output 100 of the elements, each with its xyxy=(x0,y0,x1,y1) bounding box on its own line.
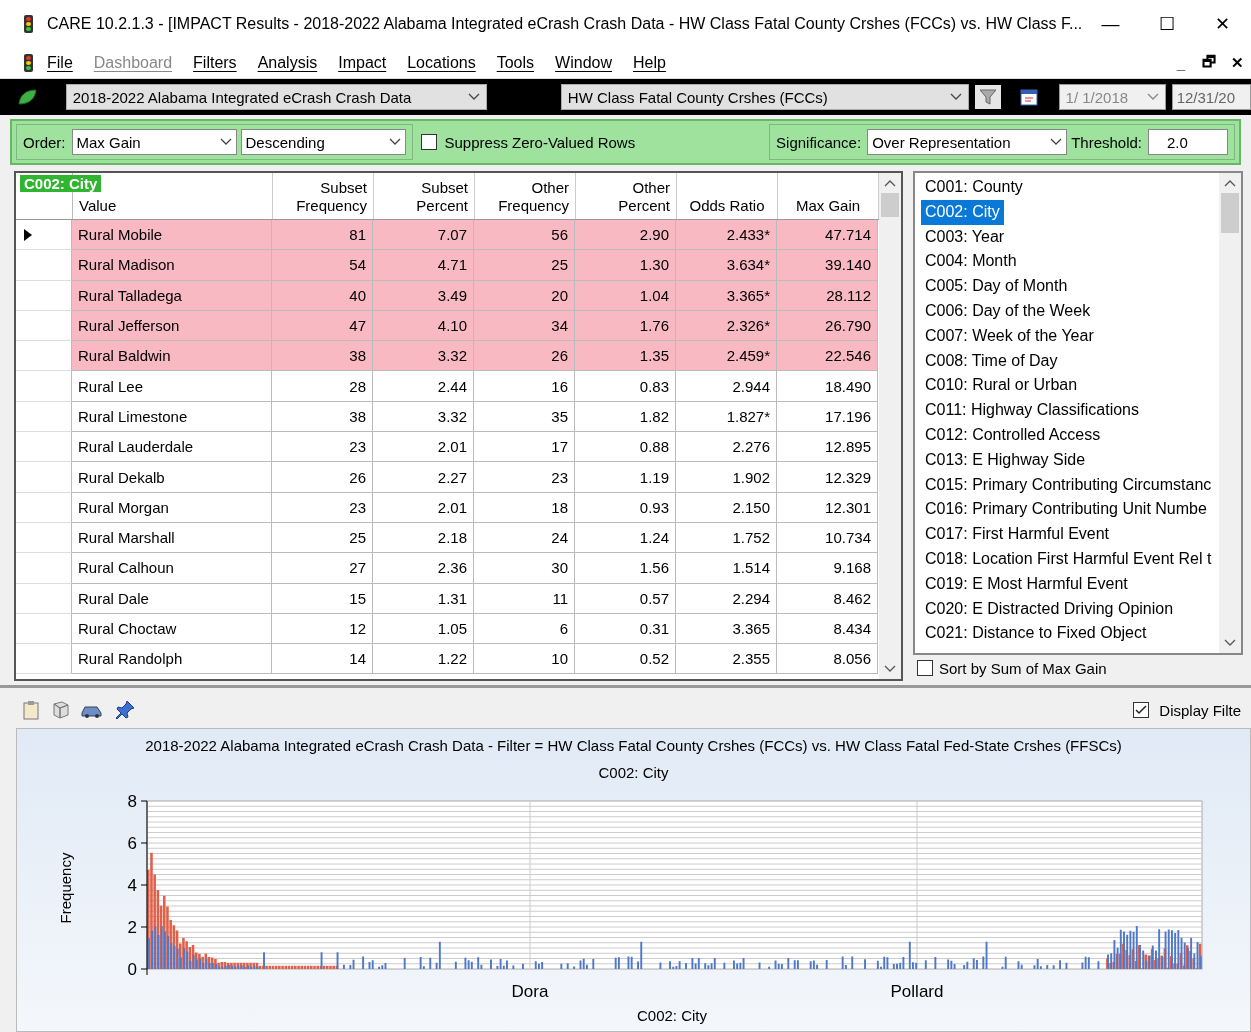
table-cell: Rural Choctaw xyxy=(72,613,272,645)
table-cell: 1.827* xyxy=(676,401,777,433)
display-filter-label: Display Filte xyxy=(1159,701,1241,719)
table-cell: Rural Jefferson xyxy=(72,310,272,342)
traffic-light-icon xyxy=(24,15,33,33)
direction-dropdown[interactable]: Descending xyxy=(240,129,406,155)
menu-item[interactable]: Tools xyxy=(496,54,535,72)
table-cell: 2.150 xyxy=(676,492,777,523)
variable-item[interactable]: C008: Time of Day xyxy=(921,348,1062,374)
y-tick-label: 0 xyxy=(127,960,137,979)
table-cell: 25 xyxy=(272,522,373,554)
table-cell: 25 xyxy=(474,250,575,281)
leaf-icon[interactable] xyxy=(16,87,38,107)
child-window-control[interactable]: 🗗 xyxy=(1195,50,1223,76)
table-cell: 0.93 xyxy=(575,492,676,523)
variable-item[interactable]: C011: Highway Classifications xyxy=(921,398,1143,423)
variable-item[interactable]: C021: Distance to Fixed Object xyxy=(921,621,1151,647)
threshold-spinner[interactable]: 2.0 xyxy=(1148,129,1228,155)
variable-item[interactable]: C012: Controlled Access xyxy=(921,422,1105,448)
table-cell: 12.329 xyxy=(777,462,878,493)
table-cell: 22.546 xyxy=(777,341,878,372)
table-cell: 12.895 xyxy=(777,432,878,463)
scroll-down-icon[interactable] xyxy=(1224,639,1237,647)
checkbox[interactable] xyxy=(420,134,437,150)
table-cell: 81 xyxy=(272,220,373,251)
table-cell: 2.276 xyxy=(676,432,777,463)
table-cell: 34 xyxy=(474,310,575,342)
table-cell: 56 xyxy=(474,220,575,251)
column-header[interactable]: Subset Frequency xyxy=(273,173,374,219)
variable-item[interactable]: C015: Primary Contributing Circumstanc xyxy=(921,472,1216,498)
dataset-dropdown[interactable]: 2018-2022 Alabama Integrated eCrash Crash Data xyxy=(65,84,487,110)
column-header[interactable]: Other Percent xyxy=(576,173,677,219)
table-cell: 1.82 xyxy=(575,401,676,433)
clipboard-icon[interactable] xyxy=(22,700,40,720)
variable-item[interactable]: C020: E Distracted Driving Opinion xyxy=(921,596,1178,622)
child-window-control[interactable]: _ xyxy=(1167,54,1195,72)
pin-icon[interactable] xyxy=(114,699,136,721)
scrollbar[interactable] xyxy=(1219,173,1242,653)
column-header[interactable]: Odds Ratio xyxy=(677,173,778,219)
scrollbar-thumb[interactable] xyxy=(1221,193,1240,233)
scroll-down-icon[interactable] xyxy=(884,665,896,673)
table-cell: 1.35 xyxy=(575,341,676,372)
table-cell: 26.790 xyxy=(777,310,878,342)
table-cell: 12.301 xyxy=(777,492,878,523)
column-header[interactable]: Subset Percent xyxy=(374,173,475,219)
significance-dropdown[interactable]: Over Representation xyxy=(867,129,1068,155)
table-cell: 0.88 xyxy=(575,432,676,463)
table-cell: 16 xyxy=(474,371,575,402)
menu-item[interactable]: File xyxy=(47,54,73,72)
menu-item[interactable]: Filters xyxy=(193,54,237,72)
menu-item[interactable]: Window xyxy=(555,54,612,72)
window-control[interactable]: ✕ xyxy=(1194,13,1251,35)
variable-item[interactable]: C004: Month xyxy=(921,249,1021,275)
variable-item[interactable]: C007: Week of the Year xyxy=(921,323,1098,349)
x-tick-label: Dora xyxy=(511,982,549,1001)
table-cell: 26 xyxy=(474,341,575,372)
table-cell: 2.294 xyxy=(676,583,777,614)
table-cell: Rural Dekalb xyxy=(72,462,272,493)
order-dropdown[interactable]: Max Gain xyxy=(71,129,237,155)
variable-item[interactable]: C003: Year xyxy=(921,224,1009,250)
table-cell: 28 xyxy=(272,371,373,402)
scrollbar[interactable] xyxy=(879,173,901,679)
table-cell: 14 xyxy=(272,644,373,675)
window-control[interactable]: — xyxy=(1082,13,1139,35)
child-window-control[interactable]: ✕ xyxy=(1223,54,1251,72)
variable-item[interactable]: C016: Primary Contributing Unit Numbe xyxy=(921,497,1211,523)
table-cell: 1.05 xyxy=(373,613,474,645)
window-control[interactable]: ☐ xyxy=(1138,13,1195,35)
menu-item[interactable]: Help xyxy=(633,54,666,72)
calendar-icon[interactable] xyxy=(1018,87,1039,107)
table-cell: 4.10 xyxy=(373,310,474,342)
scrollbar-thumb[interactable] xyxy=(881,193,899,217)
menu-item[interactable]: Impact xyxy=(338,54,387,72)
variable-item[interactable]: C017: First Harmful Event xyxy=(921,522,1114,547)
table-cell: 40 xyxy=(272,280,373,311)
variable-item[interactable]: C002: City xyxy=(921,199,1004,225)
table-cell: 2.44 xyxy=(373,371,474,402)
column-header[interactable]: Other Frequency xyxy=(475,173,576,219)
filter-dropdown[interactable]: HW Class Fatal County Crshes (FCCs) xyxy=(560,84,969,110)
table-cell: 4.71 xyxy=(373,250,474,281)
table-cell: 3.634* xyxy=(676,250,777,281)
menu-item[interactable]: Analysis xyxy=(257,54,318,72)
funnel-icon[interactable] xyxy=(975,85,1001,109)
table-cell: 30 xyxy=(474,553,575,584)
menu-item[interactable]: Locations xyxy=(407,54,476,72)
table-cell: 1.04 xyxy=(575,280,676,311)
scroll-up-icon[interactable] xyxy=(1224,179,1237,187)
variable-item[interactable]: C005: Day of Month xyxy=(921,274,1072,299)
variable-item[interactable]: C010: Rural or Urban xyxy=(921,373,1082,399)
variable-item[interactable]: C006: Day of the Week xyxy=(921,299,1095,324)
variable-item[interactable]: C001: County xyxy=(921,175,1027,200)
table-cell: 1.514 xyxy=(676,553,777,584)
variable-item[interactable]: C019: E Most Harmful Event xyxy=(921,571,1132,597)
checkbox[interactable] xyxy=(917,660,933,676)
scroll-up-icon[interactable] xyxy=(884,179,896,187)
variable-item[interactable]: C018: Location First Harmful Event Rel t xyxy=(921,546,1216,572)
checkbox[interactable] xyxy=(1133,702,1150,718)
variable-item[interactable]: C013: E Highway Side xyxy=(921,447,1090,473)
table-cell: 7.07 xyxy=(373,220,474,251)
end-date-field[interactable]: 12/31/20 xyxy=(1171,84,1251,110)
